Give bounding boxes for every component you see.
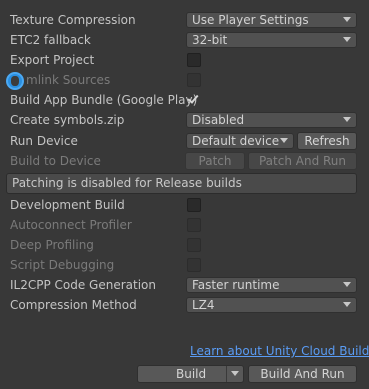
compression-method-label: Compression Method — [10, 298, 137, 312]
run-device-row: Run Device Default device Refresh — [0, 131, 369, 151]
chevron-down-icon — [343, 282, 351, 287]
symlink-sources-label: mlink Sources — [26, 73, 111, 87]
compression-method-row: Compression Method LZ4 — [0, 295, 369, 315]
export-project-label: Export Project — [10, 53, 95, 67]
etc2-fallback-row: ETC2 fallback 32-bit — [0, 30, 369, 50]
texture-compression-row: Texture Compression Use Player Settings — [0, 10, 369, 30]
development-build-checkbox[interactable] — [187, 198, 201, 212]
create-symbols-value: Disabled — [192, 113, 245, 127]
export-project-checkbox[interactable] — [187, 53, 201, 67]
patch-button: Patch — [185, 152, 245, 170]
etc2-fallback-label: ETC2 fallback — [10, 33, 91, 47]
deep-profiling-checkbox — [187, 238, 201, 252]
development-build-label: Development Build — [10, 198, 125, 212]
autoconnect-profiler-checkbox — [187, 218, 201, 232]
chevron-down-icon — [343, 302, 351, 307]
deep-profiling-row: Deep Profiling — [0, 235, 369, 255]
deep-profiling-label: Deep Profiling — [10, 238, 94, 252]
compression-method-dropdown[interactable]: LZ4 — [186, 297, 357, 313]
autoconnect-profiler-label: Autoconnect Profiler — [10, 218, 132, 232]
build-button[interactable]: Build — [137, 365, 244, 383]
etc2-fallback-dropdown[interactable]: 32-bit — [186, 32, 357, 48]
il2cpp-code-generation-dropdown[interactable]: Faster runtime — [186, 277, 357, 293]
chevron-down-icon — [343, 37, 351, 42]
create-symbols-row: Create symbols.zip Disabled — [0, 110, 369, 130]
il2cpp-code-generation-value: Faster runtime — [192, 278, 280, 292]
cursor-indicator-inner — [11, 76, 19, 86]
etc2-fallback-value: 32-bit — [192, 33, 228, 47]
export-project-row: Export Project — [0, 50, 369, 70]
run-device-label: Run Device — [10, 134, 78, 148]
build-app-bundle-label: Build App Bundle (Google Play) — [10, 93, 198, 107]
refresh-button[interactable]: Refresh — [297, 132, 357, 150]
run-device-value: Default device — [192, 134, 280, 148]
build-app-bundle-row: Build App Bundle (Google Play) — [0, 90, 369, 110]
texture-compression-dropdown[interactable]: Use Player Settings — [186, 12, 357, 28]
cursor-indicator-icon — [6, 72, 24, 90]
il2cpp-code-generation-row: IL2CPP Code Generation Faster runtime — [0, 275, 369, 295]
build-button-label: Build — [176, 367, 207, 381]
build-button-divider — [226, 366, 227, 382]
il2cpp-code-generation-label: IL2CPP Code Generation — [10, 278, 157, 292]
build-to-device-label: Build to Device — [10, 154, 101, 168]
chevron-down-icon[interactable] — [231, 371, 239, 376]
symlink-sources-checkbox — [187, 73, 201, 87]
chevron-down-icon — [343, 117, 351, 122]
patching-info-box: Patching is disabled for Release builds — [6, 173, 357, 194]
autoconnect-profiler-row: Autoconnect Profiler — [0, 215, 369, 235]
texture-compression-label: Texture Compression — [10, 13, 136, 27]
compression-method-value: LZ4 — [192, 298, 215, 312]
chevron-down-icon — [280, 138, 288, 143]
symlink-sources-row: mlink Sources — [0, 70, 369, 90]
create-symbols-dropdown[interactable]: Disabled — [186, 112, 357, 128]
run-device-dropdown[interactable]: Default device — [186, 133, 294, 149]
build-app-bundle-checkbox[interactable] — [187, 92, 201, 107]
create-symbols-label: Create symbols.zip — [10, 113, 125, 127]
checkmark-icon — [187, 92, 199, 104]
build-to-device-row: Build to Device Patch Patch And Run — [0, 151, 369, 171]
script-debugging-row: Script Debugging — [0, 255, 369, 275]
chevron-down-icon — [343, 17, 351, 22]
build-and-run-button[interactable]: Build And Run — [248, 365, 357, 383]
texture-compression-value: Use Player Settings — [192, 13, 309, 27]
script-debugging-checkbox — [187, 258, 201, 272]
unity-cloud-build-link[interactable]: Learn about Unity Cloud Build — [190, 344, 369, 358]
development-build-row: Development Build — [0, 195, 369, 215]
script-debugging-label: Script Debugging — [10, 258, 115, 272]
patch-and-run-button: Patch And Run — [248, 152, 357, 170]
